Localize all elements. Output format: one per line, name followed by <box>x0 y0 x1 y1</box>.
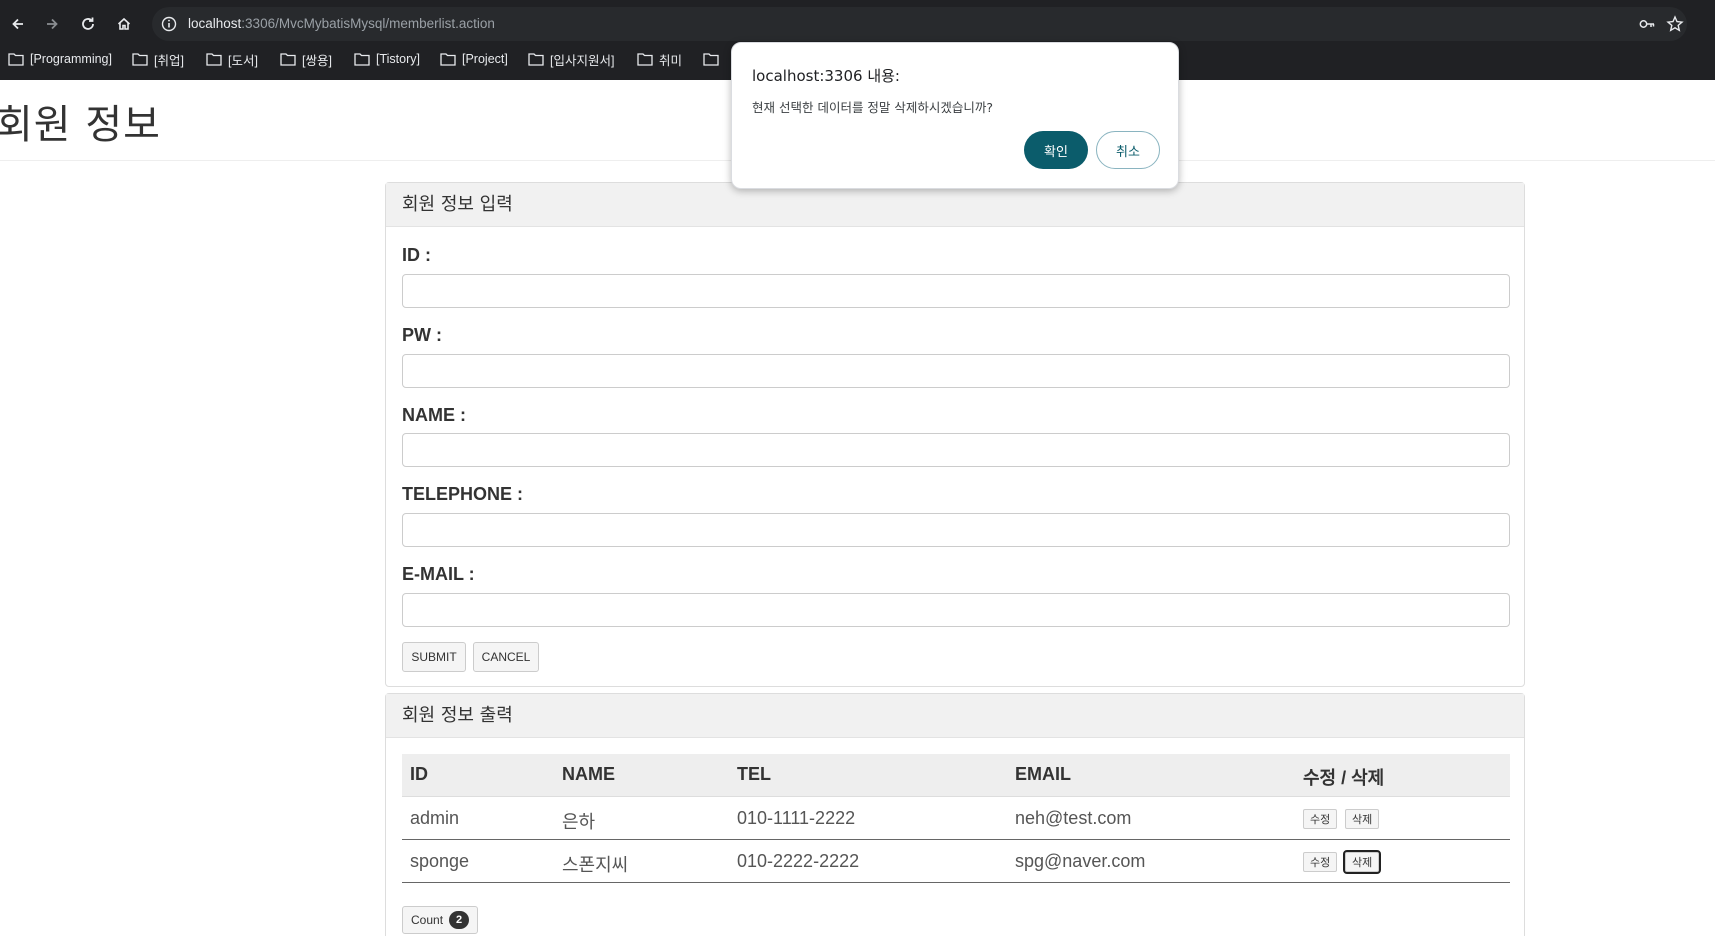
bookmark-label: [쌍용] <box>302 53 332 68</box>
cell-tel: 010-1111-2222 <box>737 808 856 828</box>
id-input[interactable] <box>402 274 1510 308</box>
cell-tel: 010-2222-2222 <box>737 851 860 871</box>
reload-button[interactable] <box>72 8 104 40</box>
pw-input[interactable] <box>402 354 1510 388</box>
bookmark-folder[interactable] <box>703 46 719 72</box>
folder-icon <box>280 53 296 66</box>
table-header: ID NAME TEL EMAIL 수정 / 삭제 <box>402 754 1510 797</box>
bookmark-label: [Project] <box>462 52 508 66</box>
bookmark-label: 취미 <box>659 53 683 68</box>
count-badge: 2 <box>449 911 470 929</box>
bookmark-label: [도서] <box>228 53 258 68</box>
bookmark-label: [Programming] <box>30 52 112 66</box>
bookmark-label: [Tistory] <box>376 52 420 66</box>
home-icon <box>117 17 131 30</box>
url-host: localhost <box>188 16 242 31</box>
browser-toolbar: localhost:3306/MvcMybatisMysql/memberlis… <box>0 4 1715 44</box>
page-title: 회원 정보 <box>0 102 161 148</box>
key-icon[interactable] <box>1638 15 1656 33</box>
folder-icon <box>354 53 370 66</box>
url-path: :3306/MvcMybatisMysql/memberlist.action <box>241 16 495 31</box>
edit-button[interactable]: 수정 <box>1303 852 1338 872</box>
name-input[interactable] <box>402 433 1510 467</box>
cell-id: sponge <box>410 851 470 871</box>
confirm-ok-button[interactable]: 확인 <box>1024 131 1088 169</box>
folder-icon <box>703 53 719 66</box>
bookmark-label: [입사지원서] <box>550 53 615 68</box>
folder-icon <box>440 53 456 66</box>
name-label: NAME : <box>402 405 466 425</box>
confirm-cancel-button[interactable]: 취소 <box>1096 131 1160 169</box>
count-label: Count <box>411 913 444 927</box>
edit-button[interactable]: 수정 <box>1303 809 1338 829</box>
address-bar[interactable]: localhost:3306/MvcMybatisMysql/memberlis… <box>152 7 1687 41</box>
pw-label: PW : <box>402 325 442 345</box>
folder-icon <box>8 53 24 66</box>
bookmark-folder[interactable]: [Programming] <box>8 46 112 72</box>
email-label: E-MAIL : <box>402 564 475 584</box>
folder-icon <box>206 53 222 66</box>
confirm-dialog: localhost:3306 내용: 현재 선택한 데이터를 정말 삭제하시겠습… <box>731 42 1179 189</box>
column-header-name: NAME <box>562 764 615 784</box>
bookmark-folder[interactable]: [입사지원서] <box>528 46 614 72</box>
column-header-email: EMAIL <box>1015 764 1071 784</box>
panel-heading: 회원 정보 출력 <box>386 694 1524 738</box>
panel-heading: 회원 정보 입력 <box>386 183 1524 227</box>
delete-button[interactable]: 삭제 <box>1345 809 1380 829</box>
bookmark-folder[interactable]: [취업] <box>132 46 184 72</box>
bookmark-folder[interactable]: [Project] <box>440 46 508 72</box>
column-header-tel: TEL <box>737 764 771 784</box>
count-button[interactable]: Count 2 <box>402 906 479 934</box>
bookmark-folder[interactable]: [Tistory] <box>354 46 420 72</box>
dialog-message: 현재 선택한 데이터를 정말 삭제하시겠습니까? <box>752 100 994 115</box>
member-input-panel: 회원 정보 입력 ID : PW : NAME : TELEPHONE : E-… <box>385 182 1525 687</box>
cell-email: neh@test.com <box>1015 808 1132 828</box>
back-button[interactable] <box>2 8 34 40</box>
info-icon[interactable] <box>160 15 178 33</box>
bookmark-label: [취업] <box>154 53 184 68</box>
table-row: sponge 스폰지씨 010-2222-2222 spg@naver.com … <box>402 840 1510 883</box>
reload-icon <box>82 17 94 30</box>
bookmark-folder[interactable]: [도서] <box>206 46 258 72</box>
folder-icon <box>637 53 653 66</box>
forward-button[interactable] <box>36 8 68 40</box>
cell-id: admin <box>410 808 460 828</box>
home-button[interactable] <box>108 8 140 40</box>
id-label: ID : <box>402 245 431 265</box>
email-input[interactable] <box>402 593 1510 627</box>
cancel-button[interactable]: CANCEL <box>473 642 539 672</box>
submit-button[interactable]: SUBMIT <box>402 642 466 672</box>
telephone-label: TELEPHONE : <box>402 484 524 504</box>
column-header-id: ID <box>410 764 428 784</box>
bookmark-folder[interactable]: [쌍용] <box>280 46 332 72</box>
folder-icon <box>132 53 148 66</box>
cell-name: 스폰지씨 <box>562 855 629 875</box>
star-icon[interactable] <box>1666 15 1684 33</box>
dialog-title: localhost:3306 내용: <box>752 67 900 85</box>
cell-email: spg@naver.com <box>1015 851 1146 871</box>
url-text[interactable]: localhost:3306/MvcMybatisMysql/memberlis… <box>188 7 495 41</box>
arrow-left-icon <box>12 18 23 30</box>
folder-icon <box>528 53 544 66</box>
table-row: admin 은하 010-1111-2222 neh@test.com 수정 삭… <box>402 797 1510 840</box>
arrow-right-icon <box>47 18 58 30</box>
member-output-panel: 회원 정보 출력 ID NAME TEL EMAIL 수정 / 삭제 admin… <box>385 693 1525 936</box>
bookmark-folder[interactable]: 취미 <box>637 46 682 72</box>
column-header-actions: 수정 / 삭제 <box>1303 768 1385 788</box>
cell-name: 은하 <box>562 812 596 832</box>
delete-button[interactable]: 삭제 <box>1342 850 1382 874</box>
telephone-input[interactable] <box>402 513 1510 547</box>
